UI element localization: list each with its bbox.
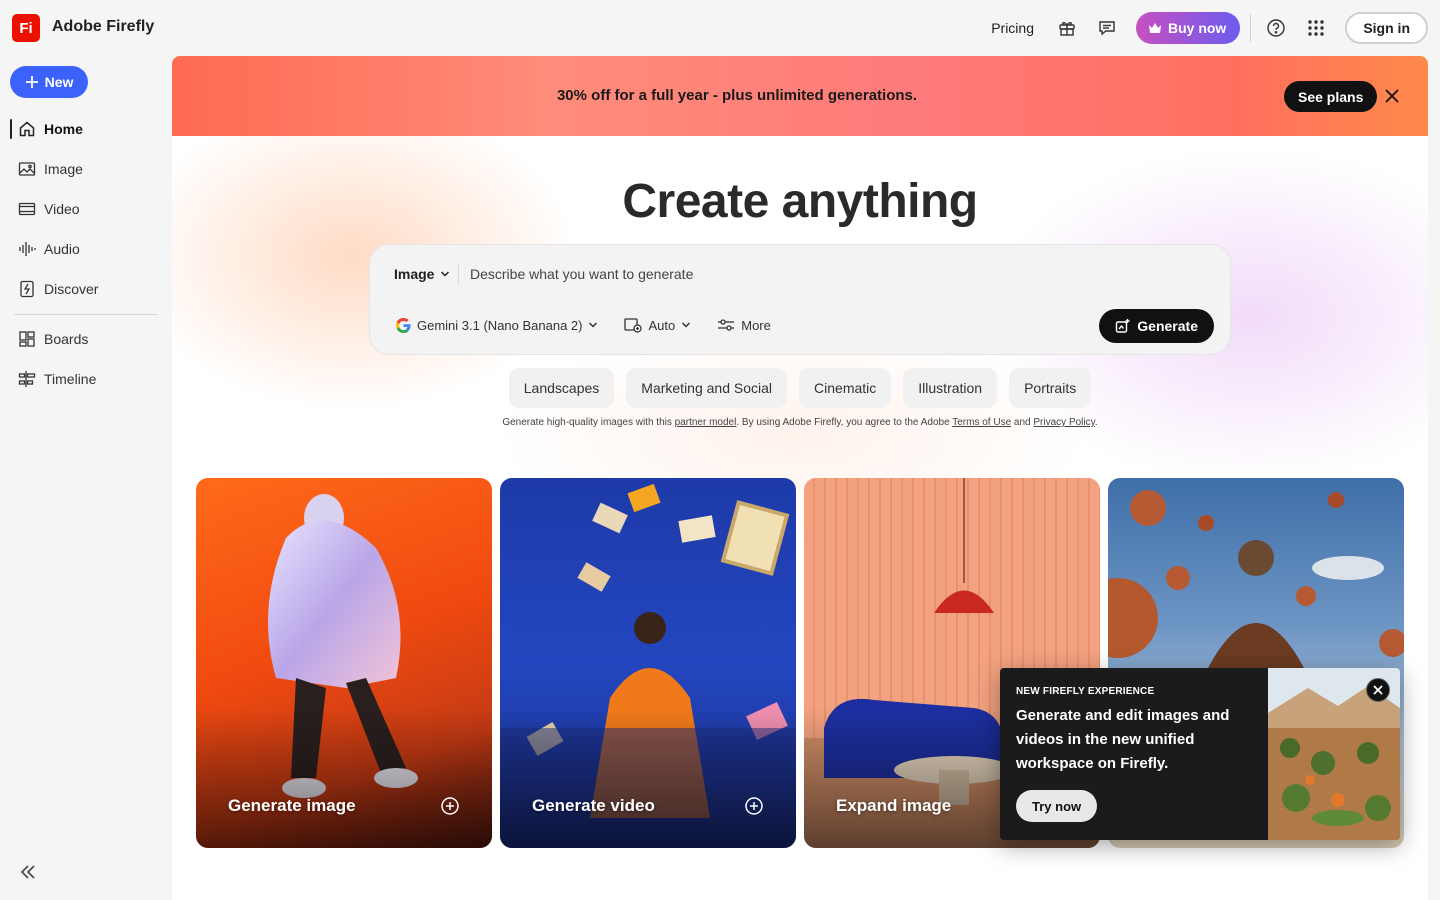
generate-image-card[interactable]: Generate image (196, 478, 492, 848)
chevron-down-icon (682, 322, 691, 328)
see-plans-button[interactable]: See plans (1284, 81, 1378, 112)
disclaimer-text: . (1094, 417, 1098, 428)
disclaimer-text: Generate high-quality images with this (502, 417, 675, 428)
audio-icon (19, 242, 36, 256)
sidebar-item-discover[interactable]: Discover (18, 277, 98, 301)
generation-type-label: Image (394, 266, 435, 282)
google-icon (396, 317, 411, 333)
buy-now-button[interactable]: Buy now (1135, 12, 1241, 44)
page-title: Create anything (622, 175, 978, 228)
add-circle-icon[interactable] (744, 796, 764, 816)
prompt-input[interactable]: Describe what you want to generate (470, 266, 693, 282)
timeline-icon (18, 371, 36, 387)
chat-icon[interactable] (1096, 17, 1118, 39)
discover-icon (20, 280, 34, 298)
sign-in-button[interactable]: Sign in (1345, 12, 1428, 44)
chip-cinematic[interactable]: Cinematic (799, 368, 892, 408)
buy-now-label: Buy now (1167, 20, 1227, 36)
sidebar-item-timeline[interactable]: Timeline (18, 367, 96, 391)
try-now-button[interactable]: Try now (1016, 790, 1098, 822)
partner-model-link[interactable]: partner model (675, 417, 737, 428)
sidebar-item-label: Image (44, 161, 83, 177)
disclaimer-text: . By using Adobe Firefly, you agree to t… (736, 417, 953, 428)
new-experience-popover: NEW FIREFLY EXPERIENCE Generate and edit… (1000, 668, 1400, 840)
header-actions: Pricing Buy now Sign in (991, 12, 1428, 44)
collapse-sidebar-icon[interactable] (18, 862, 38, 882)
prompt-box: Image Describe what you want to generate… (369, 244, 1231, 355)
more-label: More (741, 317, 771, 333)
disclaimer: Generate high-quality images with this p… (172, 417, 1428, 428)
chevron-down-icon (441, 271, 450, 277)
model-selector[interactable]: Gemini 3.1 (Nano Banana 2) (396, 317, 598, 333)
prompt-divider (458, 265, 459, 285)
sidebar-item-audio[interactable]: Audio (18, 237, 80, 261)
close-icon[interactable] (1383, 87, 1401, 105)
card-label: Generate video (532, 796, 655, 815)
disclaimer-text: and (1011, 417, 1034, 428)
home-icon (19, 121, 35, 137)
sidebar-item-label: Timeline (44, 371, 97, 387)
active-indicator (10, 119, 12, 139)
add-circle-icon[interactable] (440, 796, 460, 816)
boards-icon (19, 331, 35, 347)
more-settings-button[interactable]: More (717, 318, 771, 333)
sidebar-item-label: Video (44, 201, 80, 217)
generate-button[interactable]: Generate (1099, 309, 1214, 343)
sidebar-item-label: Boards (44, 331, 89, 347)
promo-text: 30% off for a full year - plus unlimited… (556, 87, 918, 104)
pricing-link[interactable]: Pricing (991, 20, 1034, 36)
card-label: Generate image (228, 796, 356, 815)
sliders-icon (718, 319, 735, 331)
crown-icon (1148, 23, 1161, 33)
sidebar-item-home[interactable]: Home (18, 117, 83, 141)
terms-of-use-link[interactable]: Terms of Use (952, 417, 1011, 428)
new-button-label: New (44, 74, 74, 90)
sidebar-item-video[interactable]: Video (18, 197, 80, 221)
help-icon[interactable] (1265, 17, 1287, 39)
chip-portraits[interactable]: Portraits (1009, 368, 1092, 408)
model-label: Gemini 3.1 (Nano Banana 2) (417, 317, 583, 333)
prompt-suggestions: Landscapes Marketing and Social Cinemati… (172, 368, 1428, 408)
image-icon (18, 162, 36, 176)
video-icon (18, 202, 36, 216)
chevron-down-icon (589, 322, 598, 328)
promo-banner: 30% off for a full year - plus unlimited… (172, 56, 1428, 136)
generate-video-card[interactable]: Generate video (500, 478, 796, 848)
generation-type-dropdown[interactable]: Image (394, 266, 450, 282)
card-label: Expand image (836, 796, 952, 815)
sidebar-item-label: Home (44, 121, 83, 137)
popover-text: Generate and edit images and videos in t… (1016, 707, 1230, 772)
aspect-ratio-selector[interactable]: Auto (624, 317, 691, 333)
privacy-policy-link[interactable]: Privacy Policy (1033, 417, 1095, 428)
prompt-options: Gemini 3.1 (Nano Banana 2) Auto More (396, 317, 797, 333)
close-popover-icon[interactable] (1366, 678, 1390, 702)
chip-landscapes[interactable]: Landscapes (508, 368, 615, 408)
generate-label: Generate (1137, 318, 1198, 334)
aspect-ratio-label: Auto (648, 317, 676, 333)
chip-marketing-and-social[interactable]: Marketing and Social (626, 368, 788, 408)
chip-illustration[interactable]: Illustration (903, 368, 998, 408)
sidebar-item-boards[interactable]: Boards (18, 327, 88, 351)
gift-icon[interactable] (1056, 17, 1078, 39)
plus-icon (25, 76, 38, 88)
app-title[interactable]: Adobe Firefly (52, 18, 154, 36)
adobe-firefly-logo[interactable]: Fi (12, 14, 40, 42)
card-shade (196, 708, 492, 848)
top-bar: Fi Adobe Firefly Pricing Buy now Sign in (0, 0, 1440, 56)
sidebar-item-image[interactable]: Image (18, 157, 83, 181)
sidebar-item-label: Audio (44, 241, 80, 257)
aspect-ratio-icon (624, 318, 643, 333)
header-divider (1250, 14, 1252, 42)
generate-icon (1116, 319, 1130, 333)
card-shade (500, 708, 796, 848)
new-button[interactable]: New (10, 66, 88, 98)
sidebar-divider (14, 314, 158, 315)
sidebar-item-label: Discover (44, 281, 99, 297)
popover-eyebrow: NEW FIREFLY EXPERIENCE (1016, 686, 1155, 697)
apps-grid-icon[interactable] (1305, 17, 1327, 39)
